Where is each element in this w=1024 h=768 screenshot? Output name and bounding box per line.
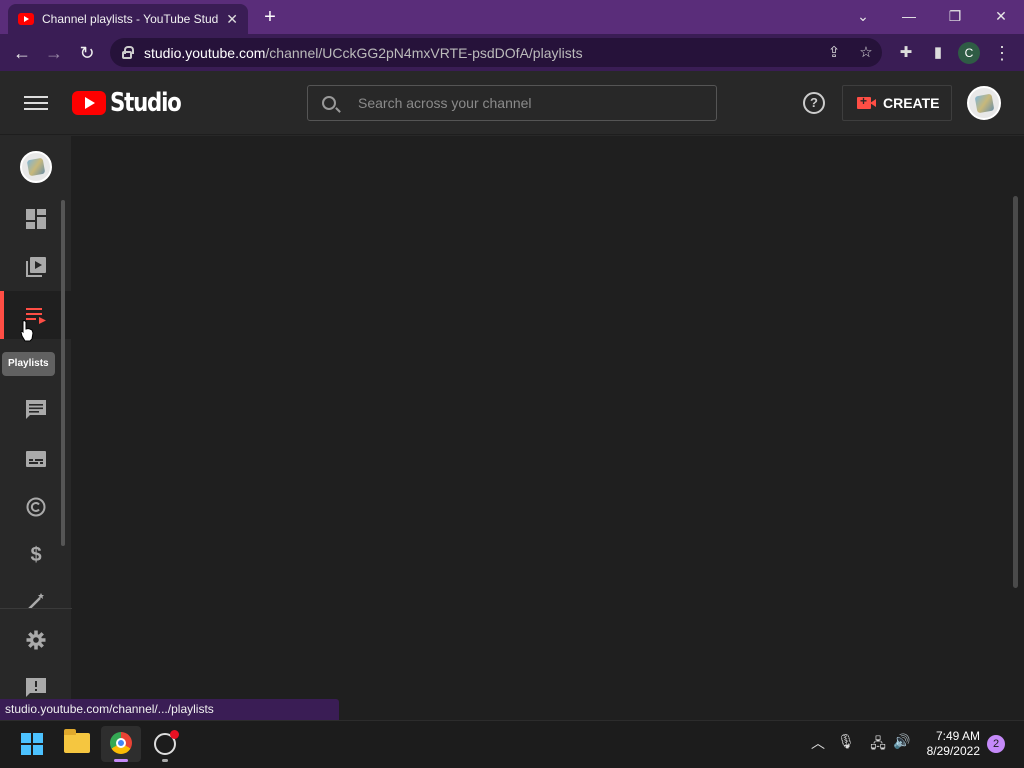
bookmark-star-icon[interactable]: ☆ xyxy=(855,42,877,64)
microphone-icon[interactable]: 🎙 xyxy=(836,733,856,750)
channel-avatar[interactable] xyxy=(20,151,52,183)
tab-close-icon[interactable]: ✕ xyxy=(226,11,238,28)
chrome-running-indicator xyxy=(114,759,128,762)
playlists-tooltip: Playlists xyxy=(2,352,55,376)
nav-customization[interactable] xyxy=(26,592,46,608)
lock-icon xyxy=(122,45,134,59)
clock-date: 8/29/2022 xyxy=(926,744,980,758)
search-input[interactable] xyxy=(358,95,678,111)
address-bar[interactable]: studio.youtube.com /channel/UCckGG2pN4mx… xyxy=(110,38,882,67)
restore-button[interactable]: ❐ xyxy=(937,4,973,28)
nav-settings[interactable] xyxy=(0,616,72,664)
youtube-logo-icon[interactable] xyxy=(72,91,106,115)
reload-icon[interactable]: ↻ xyxy=(74,40,100,66)
show-hidden-icons-chevron-icon[interactable]: ︿ xyxy=(808,733,828,753)
nav-send-feedback[interactable] xyxy=(26,678,46,698)
hamburger-menu-icon[interactable] xyxy=(24,93,48,113)
forward-arrow-icon[interactable]: → xyxy=(41,40,67,66)
main-content xyxy=(72,136,1024,720)
volume-icon[interactable]: 🔊 xyxy=(892,733,912,750)
back-arrow-icon[interactable]: ← xyxy=(9,40,35,66)
tab-title: Channel playlists - YouTube Studio xyxy=(42,12,219,26)
network-icon[interactable]: 🖧 xyxy=(868,733,888,757)
search-icon xyxy=(322,96,336,110)
windows-start-icon[interactable] xyxy=(21,733,43,755)
create-video-icon xyxy=(857,94,876,109)
nav-divider xyxy=(0,608,72,609)
create-label: CREATE xyxy=(883,95,940,111)
youtube-favicon-icon xyxy=(18,13,34,25)
url-path: /channel/UCckGG2pN4mxVRTE-psdDOfA/playli… xyxy=(265,44,583,61)
create-button[interactable]: CREATE xyxy=(842,85,952,121)
account-avatar[interactable] xyxy=(967,86,1001,120)
new-tab-button[interactable]: + xyxy=(258,5,282,29)
taskbar-clock[interactable]: 7:49 AM 8/29/2022 xyxy=(918,729,980,759)
obs-running-indicator xyxy=(162,759,168,762)
studio-logo-text[interactable]: Studio xyxy=(110,88,182,118)
browser-profile-avatar[interactable]: C xyxy=(958,42,980,64)
minimize-button[interactable]: — xyxy=(891,4,927,28)
help-icon[interactable]: ? xyxy=(803,92,825,114)
clock-time: 7:49 AM xyxy=(935,729,980,743)
file-explorer-icon[interactable] xyxy=(64,729,90,753)
dollar-icon: $ xyxy=(30,543,42,566)
channel-search[interactable] xyxy=(307,85,717,121)
side-panel-icon[interactable]: ▮ xyxy=(925,40,951,66)
active-nav-indicator xyxy=(0,291,4,339)
hand-cursor-icon xyxy=(20,320,34,342)
browser-tab[interactable]: Channel playlists - YouTube Studio ✕ xyxy=(8,4,248,34)
comments-icon xyxy=(26,400,46,419)
settings-gear-icon xyxy=(26,630,46,650)
browser-menu-icon[interactable]: ⋮ xyxy=(992,40,1012,66)
share-icon[interactable]: ⇪ xyxy=(823,42,845,64)
feedback-icon xyxy=(26,678,46,697)
chrome-icon xyxy=(110,732,132,754)
subtitles-icon xyxy=(26,451,46,467)
content-video-icon xyxy=(26,257,46,277)
link-status-url: studio.youtube.com/channel/.../playlists xyxy=(0,699,339,720)
copyright-icon xyxy=(26,497,46,517)
url-host: studio.youtube.com xyxy=(144,44,266,61)
tab-search-icon[interactable]: ⌄ xyxy=(845,4,881,28)
magic-wand-icon xyxy=(28,593,44,608)
notification-badge[interactable]: 2 xyxy=(987,735,1005,753)
close-window-button[interactable]: ✕ xyxy=(983,4,1019,28)
main-scrollbar[interactable] xyxy=(1013,196,1018,588)
dashboard-icon xyxy=(26,209,46,229)
recording-dot-icon xyxy=(170,730,179,739)
extensions-puzzle-icon[interactable]: ✚ xyxy=(893,40,919,66)
nav-scrollbar[interactable] xyxy=(61,200,65,546)
